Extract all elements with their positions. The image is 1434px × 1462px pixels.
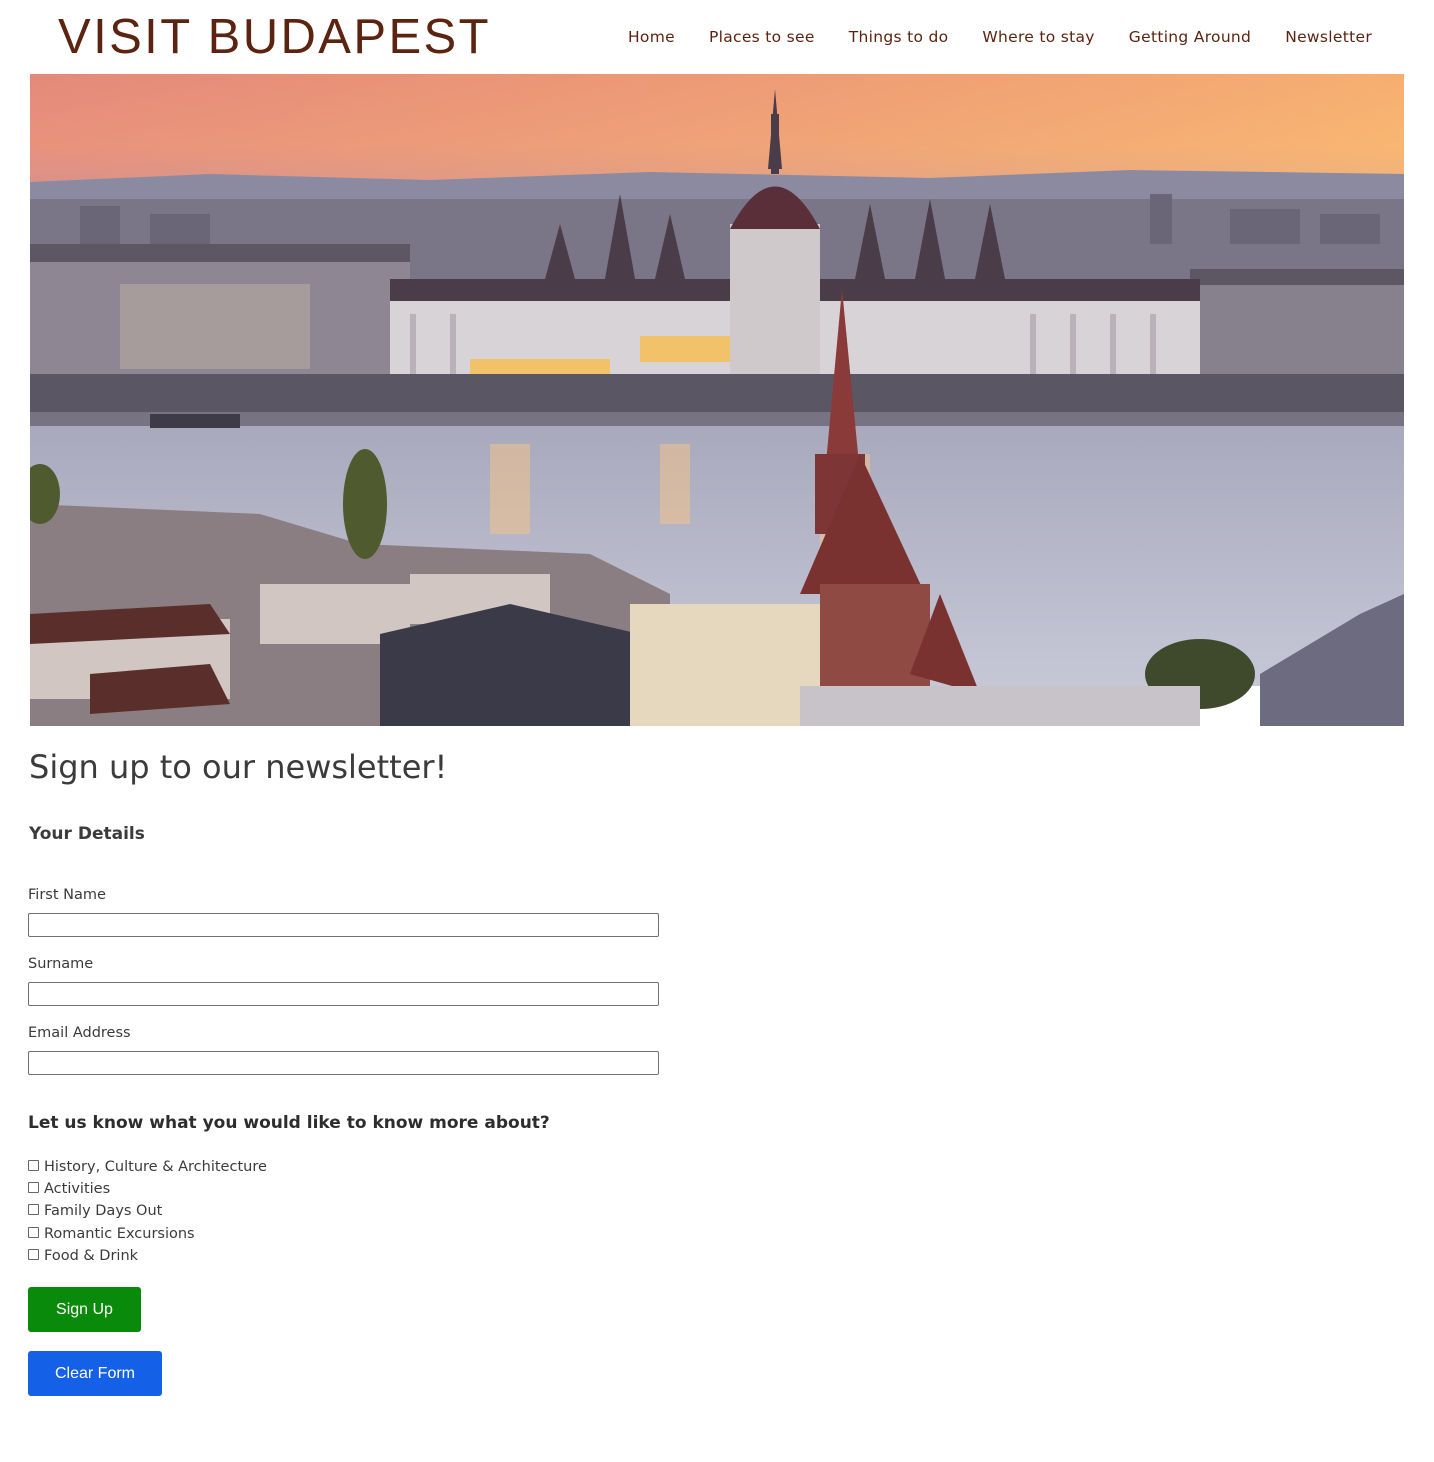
surname-label: Surname xyxy=(28,956,94,972)
interest-history-option[interactable]: History, Culture & Architecture xyxy=(28,1157,267,1177)
first-name-field[interactable] xyxy=(28,913,659,937)
romantic-label: Romantic Excursions xyxy=(44,1226,195,1242)
activities-checkbox[interactable] xyxy=(28,1181,39,1193)
food-label: Food & Drink xyxy=(44,1248,139,1264)
interest-family-option[interactable]: Family Days Out xyxy=(28,1201,162,1221)
interest-activities-option[interactable]: Activities xyxy=(28,1179,110,1199)
interests-heading: Let us know what you would like to know … xyxy=(28,1113,550,1133)
nav-getting-around[interactable]: Getting Around xyxy=(1129,27,1251,47)
clear-form-button[interactable]: Clear Form xyxy=(28,1351,162,1396)
nav-where-to-stay[interactable]: Where to stay xyxy=(982,27,1094,47)
surname-field[interactable] xyxy=(28,982,659,1006)
food-checkbox[interactable] xyxy=(28,1248,39,1260)
family-label: Family Days Out xyxy=(44,1203,163,1219)
page-title: Sign up to our newsletter! xyxy=(29,748,448,786)
nav-home[interactable]: Home xyxy=(628,27,675,47)
interest-food-option[interactable]: Food & Drink xyxy=(28,1246,138,1266)
hero-image xyxy=(30,74,1404,726)
budapest-parliament-illustration xyxy=(30,74,1404,726)
sign-up-button[interactable]: Sign Up xyxy=(28,1287,141,1332)
details-heading: Your Details xyxy=(29,824,145,844)
first-name-label: First Name xyxy=(28,887,106,903)
site-logo[interactable]: VISIT BUDAPEST xyxy=(58,10,491,64)
main-nav: Home Places to see Things to do Where to… xyxy=(628,27,1372,47)
nav-places-to-see[interactable]: Places to see xyxy=(709,27,815,47)
family-checkbox[interactable] xyxy=(28,1203,39,1215)
activities-label: Activities xyxy=(44,1181,111,1197)
history-checkbox[interactable] xyxy=(28,1159,39,1171)
interest-romantic-option[interactable]: Romantic Excursions xyxy=(28,1224,195,1244)
email-field[interactable] xyxy=(28,1051,659,1075)
site-header: VISIT BUDAPEST Home Places to see Things… xyxy=(0,0,1434,74)
email-label: Email Address xyxy=(28,1025,131,1041)
nav-newsletter[interactable]: Newsletter xyxy=(1285,27,1372,47)
romantic-checkbox[interactable] xyxy=(28,1226,39,1238)
nav-things-to-do[interactable]: Things to do xyxy=(849,27,949,47)
history-label: History, Culture & Architecture xyxy=(44,1159,267,1175)
